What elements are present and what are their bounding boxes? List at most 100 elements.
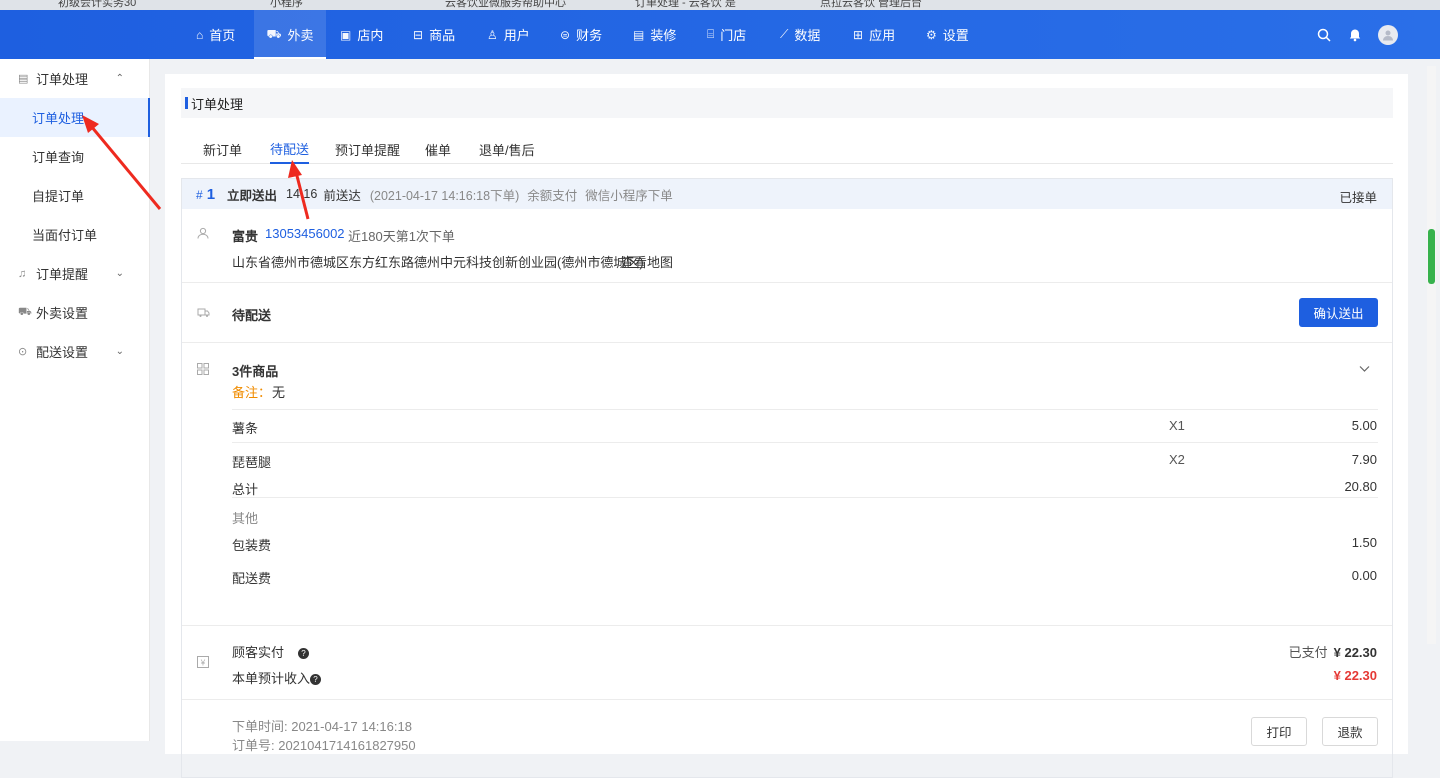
income-label: 本单预计收入 (232, 671, 311, 686)
order-card: #1 立即送出 14:16 前送达 (2021-04-17 14:16:18下单… (181, 178, 1393, 778)
tab-new-orders[interactable]: 新订单 (203, 134, 242, 164)
order-hash: # (196, 187, 203, 202)
divider (232, 497, 1378, 498)
nav-in-store[interactable]: ▣ 店内 (340, 10, 383, 59)
browser-tab[interactable]: 订单处理 - 云客饮 是 (635, 0, 736, 10)
income-value: ¥ 22.30 (1333, 668, 1377, 683)
nav-settings[interactable]: ⚙ 设置 (926, 10, 969, 59)
nav-label: 设置 (942, 28, 969, 43)
nav-decoration[interactable]: ▤ 装修 (633, 10, 676, 59)
collapse-goods-toggle[interactable] (1359, 361, 1370, 376)
finance-icon: ⊜ (560, 27, 571, 42)
nav-label: 店内 (357, 28, 384, 43)
scrollbar-thumb[interactable] (1428, 229, 1435, 284)
divider (232, 442, 1378, 443)
total-label: 总计 (232, 482, 259, 497)
tab-urge-orders[interactable]: 催单 (425, 134, 451, 164)
shop-icon: ⌸ (707, 27, 715, 41)
nav-label: 数据 (794, 28, 821, 43)
nav-data[interactable]: ⟋ 数据 (780, 10, 820, 59)
top-navigation: ⌂ 首页 ⛟ 外卖 ▣ 店内 ⊟ 商品 ♙ 用户 ⊜ 财务 ▤ 装修 ⌸ 门店 … (0, 10, 1440, 59)
sidebar-group-takeout-settings[interactable]: ⛟ 外卖设置 (0, 293, 150, 332)
nav-label: 外卖 (287, 28, 314, 43)
income-row: 本单预计收入? (232, 668, 322, 687)
nav-label: 装修 (650, 28, 677, 43)
goods-item-qty: X2 (1169, 452, 1185, 467)
chevron-down-icon: ⌄ (115, 346, 124, 357)
goods-item-name: 琵琶腿 (232, 455, 272, 470)
nav-stores[interactable]: ⌸ 门店 (707, 10, 746, 59)
tab-preorder-reminder[interactable]: 预订单提醒 (335, 134, 400, 164)
customer-name: 富贵 (232, 229, 259, 244)
paid-row: 顾客实付? (232, 642, 310, 661)
nav-users[interactable]: ♙ 用户 (487, 10, 530, 59)
section-title: 订单处理 (181, 88, 1393, 118)
dispatch-status: 待配送 (232, 308, 272, 323)
goods-item-price: 7.90 (1351, 452, 1377, 467)
chevron-up-icon: ⌃ (115, 73, 124, 84)
sidebar-item-order-query[interactable]: 订单查询 (0, 137, 150, 176)
apps-icon: ⊞ (853, 27, 864, 42)
browser-tab[interactable]: 云客饮业微服务帮助中心 (445, 0, 566, 10)
customer-history: 近180天第1次下单 (348, 229, 455, 244)
goods-item-qty: X1 (1169, 418, 1185, 433)
divider (232, 409, 1378, 410)
search-button[interactable] (1317, 10, 1331, 59)
sidebar-group-order-processing[interactable]: ▤ 订单处理 ⌃ (0, 59, 150, 98)
dispatch-icon: ⊙ (18, 346, 28, 358)
paid-amount-row: 已支付 ¥ 22.30 (1289, 642, 1377, 661)
user-avatar-button[interactable] (1378, 10, 1398, 59)
user-icon: ♙ (487, 27, 498, 42)
sidebar-item-face-pay-orders[interactable]: 当面付订单 (0, 215, 150, 254)
confirm-dispatch-button[interactable]: 确认送出 (1299, 298, 1378, 327)
gear-icon: ⚙ (926, 27, 937, 42)
divider (182, 282, 1392, 283)
divider (182, 699, 1392, 700)
tab-refunds[interactable]: 退单/售后 (479, 134, 535, 164)
sidebar-group-label: 订单提醒 (36, 267, 89, 282)
sidebar-item-pickup-orders[interactable]: 自提订单 (0, 176, 150, 215)
nav-takeout[interactable]: ⛟ 外卖 (254, 10, 326, 59)
delivery-fee-value: 0.00 (1351, 568, 1377, 583)
browser-tab[interactable]: 初级会计实务30 (58, 0, 136, 10)
nav-home[interactable]: ⌂ 首页 (188, 10, 243, 59)
sidebar-group-dispatch-settings[interactable]: ⊙ 配送设置 ⌄ (0, 332, 150, 371)
decoration-icon: ▤ (633, 27, 645, 42)
bell-icon (1349, 29, 1361, 41)
browser-tab[interactable]: 点拉云客饮 管理后台 (820, 0, 922, 10)
help-icon[interactable]: ? (310, 674, 322, 686)
print-button[interactable]: 打印 (1251, 717, 1307, 746)
nav-apps[interactable]: ⊞ 应用 (853, 10, 895, 59)
chevron-down-icon: ⌄ (115, 268, 124, 279)
tab-pending-delivery[interactable]: 待配送 (270, 134, 310, 164)
refund-button[interactable]: 退款 (1322, 717, 1378, 746)
browser-tab[interactable]: 小程序 (270, 0, 303, 10)
home-icon: ⌂ (196, 27, 204, 42)
help-icon[interactable]: ? (298, 648, 310, 660)
customer-phone[interactable]: 13053456002 (265, 226, 345, 241)
packing-fee-label: 包装费 (232, 538, 272, 553)
document-icon: ▤ (18, 73, 29, 85)
sidebar-group-label: 订单处理 (36, 72, 89, 87)
nav-label: 首页 (209, 28, 236, 43)
goods-item-name: 薯条 (232, 421, 259, 436)
page-scrollbar[interactable] (1427, 66, 1436, 644)
chart-icon: ⟋ (780, 27, 789, 41)
sidebar-item-order-processing[interactable]: 订单处理 (0, 98, 150, 137)
order-status: 已接单 (1339, 191, 1377, 205)
delivery-time: 14:16 (286, 187, 318, 201)
sidebar-group-order-reminder[interactable]: ♫ 订单提醒 ⌄ (0, 254, 150, 293)
nav-label: 商品 (429, 28, 456, 43)
avatar (1378, 24, 1398, 45)
nav-label: 应用 (869, 28, 896, 43)
other-label: 其他 (232, 511, 259, 526)
sidebar-group-label: 配送设置 (36, 345, 89, 360)
nav-goods[interactable]: ⊟ 商品 (413, 10, 455, 59)
view-map-link[interactable]: 查看地图 (621, 252, 673, 271)
paid-label: 顾客实付 (232, 645, 285, 660)
nav-finance[interactable]: ⊜ 财务 (560, 10, 602, 59)
divider (182, 625, 1392, 626)
notification-button[interactable] (1348, 10, 1362, 59)
store-icon: ▣ (340, 27, 352, 42)
dispatch-icon (197, 306, 210, 321)
